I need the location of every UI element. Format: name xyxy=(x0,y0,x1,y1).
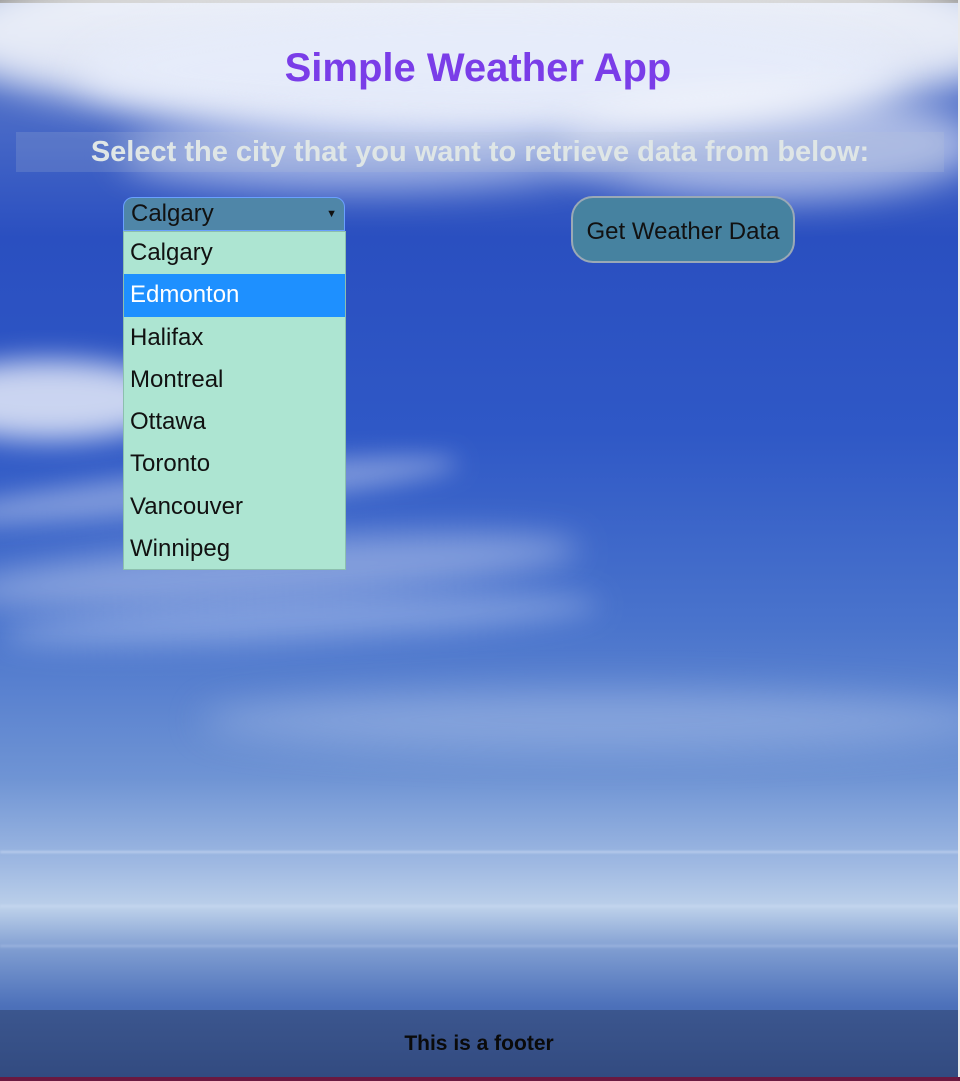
sea-reflection-line xyxy=(0,905,960,907)
city-option-winnipeg[interactable]: Winnipeg xyxy=(124,528,345,570)
dropdown-triangle-icon: ▼ xyxy=(326,208,337,220)
city-option-toronto[interactable]: Toronto xyxy=(124,443,345,485)
city-select[interactable]: Calgary ▼ xyxy=(123,197,345,231)
city-option-calgary[interactable]: Calgary xyxy=(124,232,345,274)
footer-text: This is a footer xyxy=(404,1032,554,1055)
sky-cloud xyxy=(0,584,601,656)
window-top-border xyxy=(0,0,960,3)
get-weather-data-button[interactable]: Get Weather Data xyxy=(571,196,795,263)
sea-reflection-line xyxy=(0,945,960,947)
horizon-line xyxy=(0,851,960,853)
city-option-vancouver[interactable]: Vancouver xyxy=(124,486,345,528)
city-option-ottawa[interactable]: Ottawa xyxy=(124,401,345,443)
instruction-text: Select the city that you want to retriev… xyxy=(16,132,944,172)
city-dropdown-list: Calgary Edmonton Halifax Montreal Ottawa Toro… xyxy=(123,231,346,570)
footer: This is a footer xyxy=(0,1010,958,1077)
page-title: Simple Weather App xyxy=(284,46,672,90)
window-bottom-border xyxy=(0,1077,960,1081)
city-option-halifax[interactable]: Halifax xyxy=(124,317,345,359)
city-select-value: Calgary xyxy=(131,200,214,227)
weather-app-page: Simple Weather App Select the city that … xyxy=(0,0,960,1081)
city-option-edmonton[interactable]: Edmonton xyxy=(124,274,345,317)
sky-cloud xyxy=(200,690,960,750)
city-option-montreal[interactable]: Montreal xyxy=(124,359,345,401)
